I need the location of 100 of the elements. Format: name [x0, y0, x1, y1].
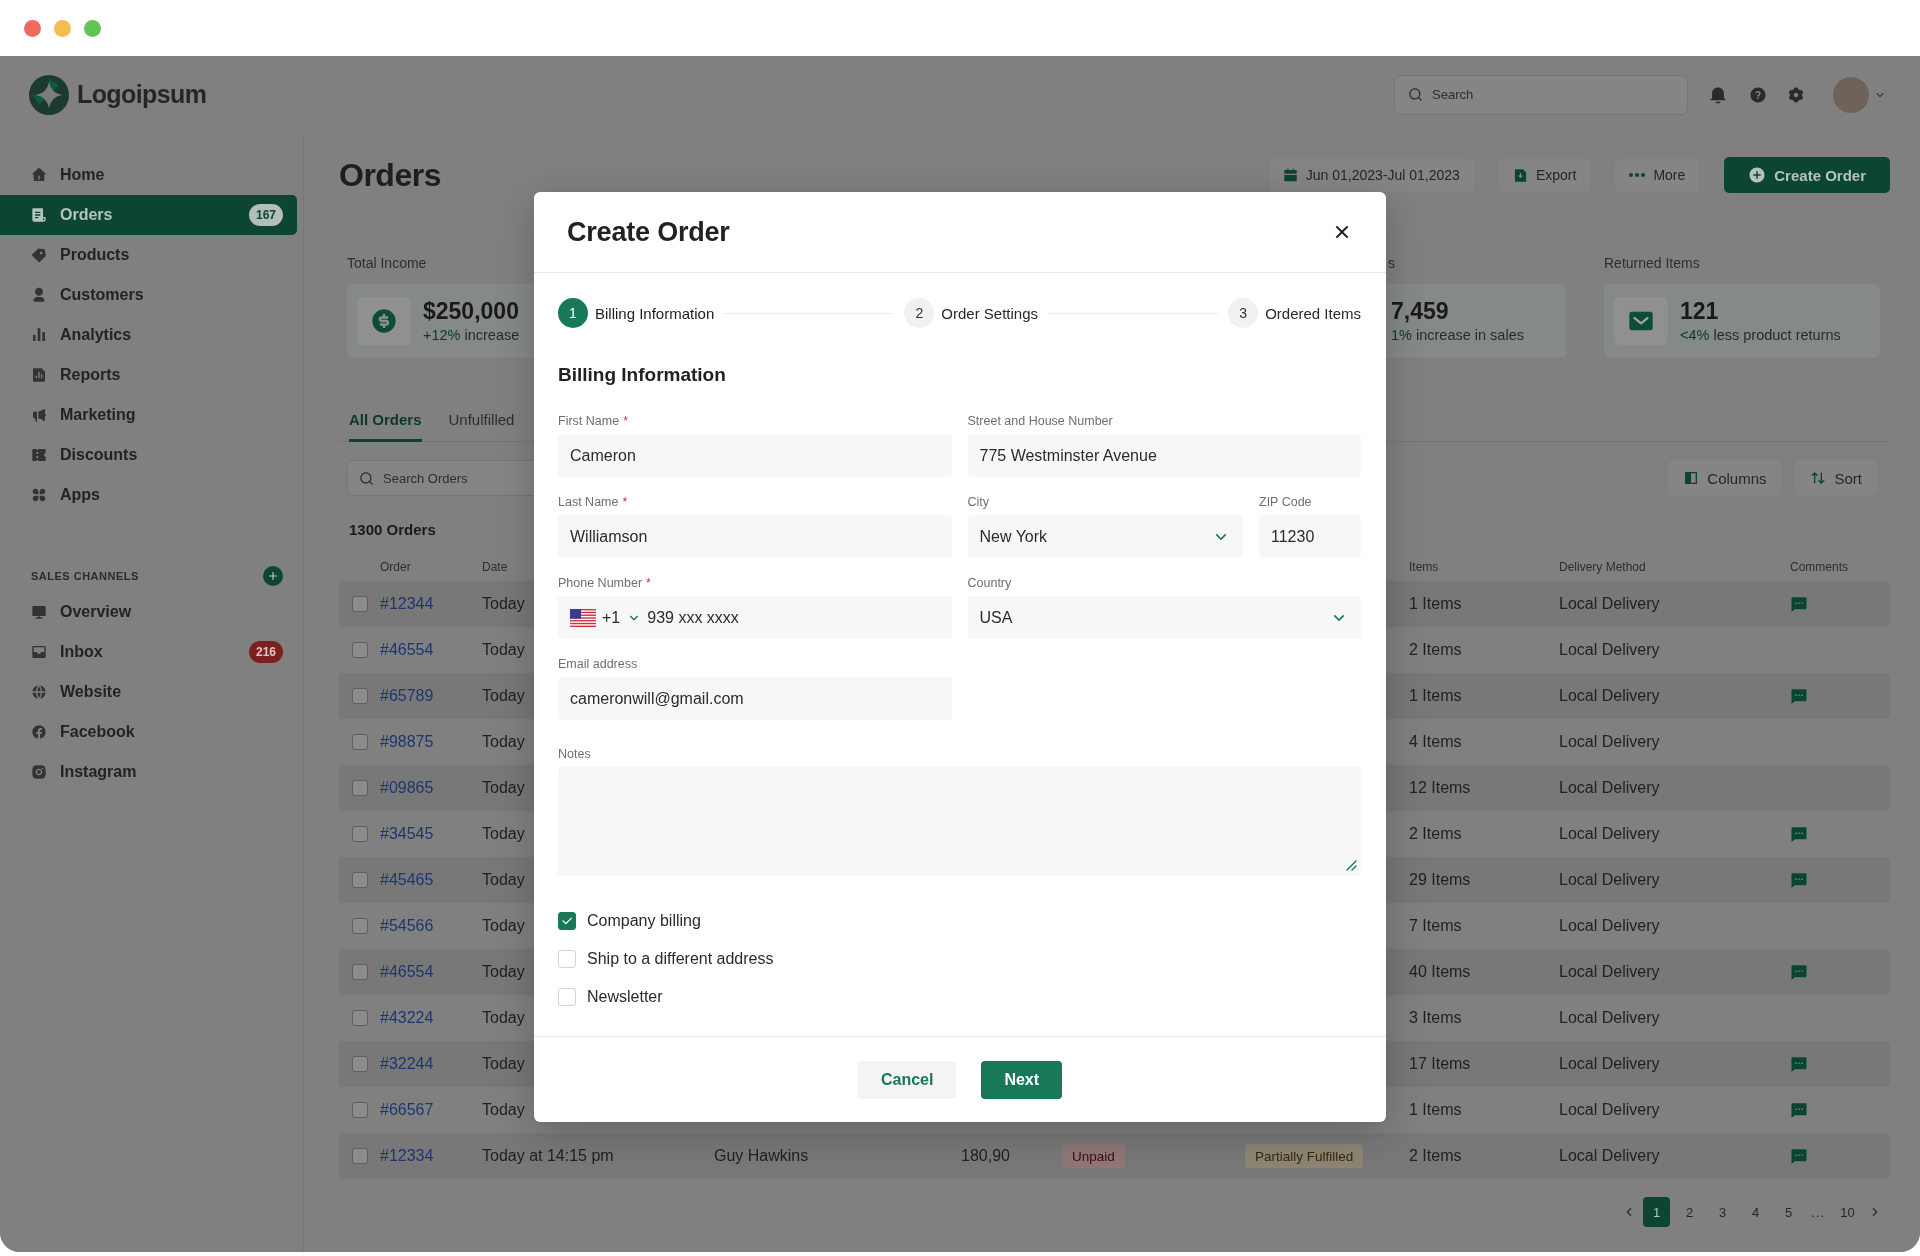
plus-icon[interactable] [263, 566, 283, 586]
sidebar-item[interactable]: Home [0, 155, 297, 195]
minimize-window-icon[interactable] [54, 19, 71, 37]
row-checkbox[interactable] [352, 688, 368, 704]
sidebar-item[interactable]: Customers [0, 275, 297, 315]
sidebar-item[interactable]: Reports [0, 355, 297, 395]
order-link[interactable]: #46554 [380, 641, 434, 659]
page-button[interactable]: 5 [1775, 1197, 1802, 1227]
search-field[interactable]: Search [1394, 74, 1688, 115]
comment-icon[interactable] [1790, 687, 1808, 705]
comment-icon[interactable] [1790, 1147, 1808, 1165]
row-checkbox[interactable] [352, 1148, 368, 1164]
order-link[interactable]: #45465 [380, 871, 434, 889]
required-mark: * [646, 575, 651, 591]
modal-title: Create Order [567, 216, 730, 248]
input-field[interactable]: 775 Westminster Avenue [967, 434, 1361, 477]
dropdown-field[interactable]: USA [967, 596, 1361, 639]
order-link[interactable]: #34545 [380, 825, 434, 843]
checkbox-option[interactable]: Company billing [558, 912, 701, 930]
comment-icon[interactable] [1790, 963, 1808, 981]
comment-icon[interactable] [1790, 1101, 1808, 1119]
sidebar-item[interactable]: Analytics [0, 315, 297, 355]
comment-icon[interactable] [1790, 595, 1808, 613]
sort-icon [1810, 470, 1827, 486]
checkbox-option[interactable]: Ship to a different address [558, 950, 774, 968]
country-code-select[interactable]: +1 [570, 608, 643, 627]
checkbox[interactable] [558, 912, 576, 930]
date-cell: Today [482, 871, 525, 889]
resize-grip-icon[interactable] [1346, 860, 1357, 871]
flag-icon [570, 608, 596, 627]
sidebar-item[interactable]: Website [0, 672, 297, 712]
order-link[interactable]: #54566 [380, 917, 434, 935]
row-checkbox[interactable] [352, 1102, 368, 1118]
checkbox-option[interactable]: Newsletter [558, 988, 663, 1006]
row-checkbox[interactable] [352, 918, 368, 934]
create-order-button[interactable]: Create Order [1724, 157, 1890, 193]
input-field[interactable]: Cameron [558, 434, 952, 477]
order-link[interactable]: #65789 [380, 687, 434, 705]
sidebar-item[interactable]: Products [0, 235, 297, 275]
field-label: Email address [558, 656, 638, 672]
input-field[interactable]: Williamson [558, 515, 952, 558]
input-field[interactable]: cameronwill@gmail.com [558, 677, 952, 720]
page-button[interactable]: 10 [1834, 1197, 1861, 1227]
page-button[interactable]: 2 [1676, 1197, 1703, 1227]
more-button[interactable]: More [1615, 158, 1700, 192]
order-link[interactable]: #98875 [380, 733, 434, 751]
date-cell: Today [482, 595, 525, 613]
sidebar-item[interactable]: Apps [0, 475, 297, 515]
tag-icon [31, 247, 47, 263]
row-checkbox[interactable] [352, 734, 368, 750]
input-field[interactable]: 11230 [1259, 515, 1361, 558]
next-button[interactable]: Next [981, 1060, 1063, 1099]
row-checkbox[interactable] [352, 780, 368, 796]
order-link[interactable]: #09865 [380, 779, 434, 797]
page-button[interactable]: 4 [1742, 1197, 1769, 1227]
comment-icon[interactable] [1790, 825, 1808, 843]
bell-icon[interactable] [1709, 85, 1727, 104]
row-checkbox[interactable] [352, 1056, 368, 1072]
order-link[interactable]: #43224 [380, 1009, 434, 1027]
sidebar-item[interactable]: Orders 167 [0, 195, 297, 235]
comment-icon[interactable] [1790, 871, 1808, 889]
megaphone-icon [31, 407, 47, 423]
order-link[interactable]: #32244 [380, 1055, 434, 1073]
row-checkbox[interactable] [352, 596, 368, 612]
page-button[interactable]: 1 [1643, 1197, 1670, 1227]
date-cell: Today [482, 733, 525, 751]
row-checkbox[interactable] [352, 642, 368, 658]
sidebar-item[interactable]: Facebook [0, 712, 297, 752]
row-checkbox[interactable] [352, 826, 368, 842]
sidebar-item[interactable]: Overview [0, 592, 297, 632]
sidebar-item[interactable]: Instagram [0, 752, 297, 792]
tab[interactable]: Unfulfilled [448, 411, 515, 442]
step-label: Ordered Items [1265, 304, 1361, 322]
comment-icon[interactable] [1790, 1055, 1808, 1073]
order-link[interactable]: #46554 [380, 963, 434, 981]
help-icon[interactable] [1749, 85, 1767, 104]
settings-icon[interactable] [1787, 85, 1805, 104]
columns-button[interactable]: Columns [1668, 460, 1782, 496]
order-link[interactable]: #12334 [380, 1147, 434, 1165]
sidebar-item[interactable]: Marketing [0, 395, 297, 435]
maximize-window-icon[interactable] [84, 19, 101, 37]
phone-field[interactable]: +1 939 xxx xxxx [558, 596, 952, 639]
fulfillment-status: Partially Fulfilled [1245, 1144, 1364, 1168]
date-range-button[interactable]: Jun 01,2023-Jul 01,2023 [1268, 158, 1474, 192]
order-link[interactable]: #66567 [380, 1101, 434, 1119]
close-window-icon[interactable] [24, 19, 41, 37]
avatar-icon[interactable] [1833, 76, 1869, 113]
row-checkbox[interactable] [352, 964, 368, 980]
export-button[interactable]: Export [1498, 158, 1591, 192]
row-checkbox[interactable] [352, 1010, 368, 1026]
sort-button[interactable]: Sort [1795, 460, 1877, 496]
row-checkbox[interactable] [352, 872, 368, 888]
dropdown-field[interactable]: New York [967, 515, 1243, 558]
sidebar-item[interactable]: Discounts [0, 435, 297, 475]
page-button[interactable]: 3 [1709, 1197, 1736, 1227]
notes-field[interactable] [558, 767, 1361, 876]
order-link[interactable]: #12344 [380, 595, 434, 613]
sidebar-item[interactable]: Inbox 216 [0, 632, 297, 672]
cancel-button[interactable]: Cancel [857, 1060, 957, 1099]
tab[interactable]: All Orders [349, 411, 422, 442]
